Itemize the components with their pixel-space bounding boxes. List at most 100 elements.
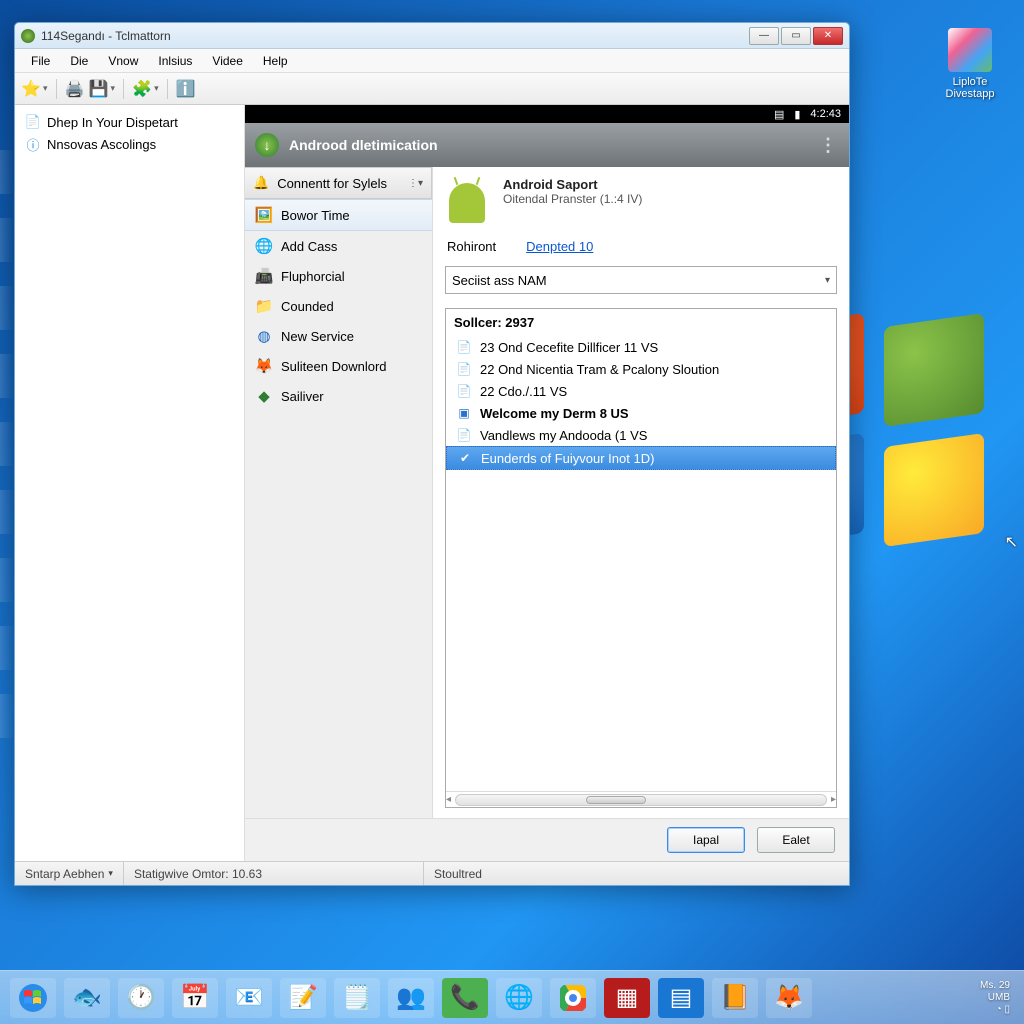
chevron-down-icon[interactable]: ▾ bbox=[154, 83, 159, 94]
list-item[interactable]: 📄 22 Cdo./.11 VS bbox=[446, 380, 836, 402]
list-item-text: 22 Cdo./.11 VS bbox=[480, 384, 567, 399]
taskbar-phone-icon[interactable]: 📞 bbox=[442, 978, 488, 1018]
secondary-button[interactable]: Ealet bbox=[757, 827, 835, 853]
chevron-down-icon[interactable]: ▾ bbox=[111, 83, 116, 94]
nav-header-label: Connentt for Sylels bbox=[277, 176, 387, 191]
list-item[interactable]: 📄23 Ond Cecefite Dillficer 11 VS bbox=[446, 336, 836, 358]
globe-icon: 🌐 bbox=[255, 237, 273, 255]
separator bbox=[167, 79, 168, 99]
android-icon bbox=[445, 177, 489, 227]
menubar: File Die Vnow Inlsius Videe Help bbox=[15, 49, 849, 73]
nav-item-bowor-time[interactable]: 🖼️ Bowor Time bbox=[245, 199, 432, 231]
start-button[interactable] bbox=[10, 978, 56, 1018]
nav-item-label: Bowor Time bbox=[281, 208, 350, 223]
titlebar[interactable]: 114Segandı - Tclmattorn — ▭ ✕ bbox=[15, 23, 849, 49]
window-title: 114Segandı - Tclmattorn bbox=[41, 29, 171, 43]
list-item-text: 23 Ond Cecefite Dillficer 11 VS bbox=[480, 340, 658, 355]
taskbar-clock-icon[interactable]: 🕐 bbox=[118, 978, 164, 1018]
menu-videe[interactable]: Videe bbox=[202, 51, 252, 71]
category-nav: 🔔 Connentt for Sylels ⋮▾ 🖼️ Bowor Time 🌐… bbox=[245, 167, 433, 818]
app-window: 114Segandı - Tclmattorn — ▭ ✕ File Die V… bbox=[14, 22, 850, 886]
list-item-text: 22 Ond Nicentia Tram & Pcalony Sloution bbox=[480, 362, 719, 377]
tree-item-ascolings[interactable]: ⓘ Nnsovas Ascolings bbox=[19, 133, 240, 155]
doc-icon: 📄 bbox=[456, 427, 472, 443]
tree-item-dispetart[interactable]: 📄 Dhep In Your Dispetart bbox=[19, 111, 240, 133]
taskbar-folder-icon[interactable]: 📙 bbox=[712, 978, 758, 1018]
separator bbox=[123, 79, 124, 99]
scroll-right-icon[interactable]: ▸ bbox=[831, 794, 836, 805]
sync-icon: ↓ bbox=[255, 133, 279, 157]
nav-item-suliteen-download[interactable]: 🦊 Suliteen Downlord bbox=[245, 351, 432, 381]
favorite-icon[interactable]: ⭐ bbox=[21, 79, 41, 99]
taskbar-fish-icon[interactable]: 🐟 bbox=[64, 978, 110, 1018]
nav-item-label: New Service bbox=[281, 329, 354, 344]
scroll-thumb[interactable] bbox=[586, 796, 646, 804]
selector-combo[interactable]: Seciist ass NAM ▾ bbox=[445, 266, 837, 294]
nav-item-label: Sailiver bbox=[281, 389, 324, 404]
info-icon: ⓘ bbox=[25, 136, 41, 152]
combo-value: Seciist ass NAM bbox=[452, 273, 547, 288]
tray-clock-icon: ◔ ▯ bbox=[980, 1004, 1010, 1016]
status-mid: Statigwive Omtor: 10.63 bbox=[124, 862, 424, 885]
list-item[interactable]: ▣Welcome my Derm 8 US bbox=[446, 402, 836, 424]
print-icon[interactable]: 🖨️ bbox=[65, 79, 85, 99]
desktop-icon-label: Divestapp bbox=[936, 88, 1004, 100]
taskbar-chrome-icon[interactable] bbox=[550, 978, 596, 1018]
results-list: Sollcer: 2937 📄23 Ond Cecefite Dillficer… bbox=[445, 308, 837, 808]
taskbar: 🐟 🕐 📅 📧 📝 🗒️ 👥 📞 🌐 ▦ ▤ 📙 🦊 Ms. 29 UMB ◔ … bbox=[0, 970, 1024, 1024]
sd-icon: ▤ bbox=[774, 108, 784, 121]
overflow-icon[interactable]: ⋮ bbox=[819, 135, 839, 156]
taskbar-notepad-icon[interactable]: 🗒️ bbox=[334, 978, 380, 1018]
tree-item-label: Nnsovas Ascolings bbox=[47, 137, 156, 152]
close-button[interactable]: ✕ bbox=[813, 27, 843, 45]
check-icon: ✔ bbox=[457, 450, 473, 466]
taskbar-globe-icon[interactable]: 🌐 bbox=[496, 978, 542, 1018]
taskbar-app-blue-icon[interactable]: ▤ bbox=[658, 978, 704, 1018]
device-clock: 4:2:43 bbox=[810, 108, 841, 120]
app-icon bbox=[948, 28, 992, 72]
status-left: Sntarp Aebhen▾ bbox=[15, 862, 124, 885]
taskbar-contacts-icon[interactable]: 👥 bbox=[388, 978, 434, 1018]
device-title: Android Saport bbox=[503, 177, 642, 192]
nav-item-fluphorcial[interactable]: 📠 Fluphorcial bbox=[245, 261, 432, 291]
taskbar-firefox-icon[interactable]: 🦊 bbox=[766, 978, 812, 1018]
link-denpted[interactable]: Denpted 10 bbox=[526, 239, 593, 254]
maximize-button[interactable]: ▭ bbox=[781, 27, 811, 45]
menu-file[interactable]: File bbox=[21, 51, 60, 71]
minimize-button[interactable]: — bbox=[749, 27, 779, 45]
menu-vnow[interactable]: Vnow bbox=[98, 51, 148, 71]
nav-item-add-cass[interactable]: 🌐 Add Cass bbox=[245, 231, 432, 261]
menu-help[interactable]: Help bbox=[253, 51, 298, 71]
list-item-text: Vandlews my Andooda (1 VS bbox=[480, 428, 647, 443]
doc-icon: 📄 bbox=[456, 361, 472, 377]
taskbar-notes-icon[interactable]: 📝 bbox=[280, 978, 326, 1018]
chevron-down-icon[interactable]: ▾ bbox=[43, 83, 48, 94]
nav-item-counded[interactable]: 📁 Counded bbox=[245, 291, 432, 321]
list-item[interactable]: ✔Eunderds of Fuiyvour Inot 1D) bbox=[446, 446, 836, 470]
statusbar: Sntarp Aebhen▾ Statigwive Omtor: 10.63 S… bbox=[15, 861, 849, 885]
list-item[interactable]: 📄 22 Ond Nicentia Tram & Pcalony Sloution bbox=[446, 358, 836, 380]
menu-die[interactable]: Die bbox=[60, 51, 98, 71]
nav-item-label: Add Cass bbox=[281, 239, 337, 254]
desktop-icon-label: LiploTe bbox=[936, 76, 1004, 88]
info-icon[interactable]: ℹ️ bbox=[176, 79, 196, 99]
bell-icon: 🔔 bbox=[253, 175, 269, 191]
desktop-icon-divestapp[interactable]: LiploTe Divestapp bbox=[936, 28, 1004, 100]
settings-icon[interactable]: 🧩 bbox=[132, 79, 152, 99]
scroll-left-icon[interactable]: ◂ bbox=[446, 794, 451, 805]
chevron-down-icon: ▾ bbox=[825, 275, 830, 286]
taskbar-calendar-icon[interactable]: 📅 bbox=[172, 978, 218, 1018]
primary-button[interactable]: Iapal bbox=[667, 827, 745, 853]
doc-icon: 📄 bbox=[456, 383, 472, 399]
taskbar-mail-icon[interactable]: 📧 bbox=[226, 978, 272, 1018]
nav-header-connect[interactable]: 🔔 Connentt for Sylels ⋮▾ bbox=[245, 167, 432, 199]
menu-inlsius[interactable]: Inlsius bbox=[148, 51, 202, 71]
circle-icon: ◍ bbox=[255, 327, 273, 345]
save-icon[interactable]: 💾 bbox=[89, 79, 109, 99]
system-tray[interactable]: Ms. 29 UMB ◔ ▯ bbox=[980, 980, 1014, 1016]
nav-item-sailiver[interactable]: ◆ Sailiver bbox=[245, 381, 432, 411]
nav-item-new-service[interactable]: ◍ New Service bbox=[245, 321, 432, 351]
taskbar-app-red-icon[interactable]: ▦ bbox=[604, 978, 650, 1018]
list-item[interactable]: 📄 Vandlews my Andooda (1 VS bbox=[446, 424, 836, 446]
horizontal-scrollbar[interactable]: ◂ ▸ bbox=[446, 791, 836, 807]
